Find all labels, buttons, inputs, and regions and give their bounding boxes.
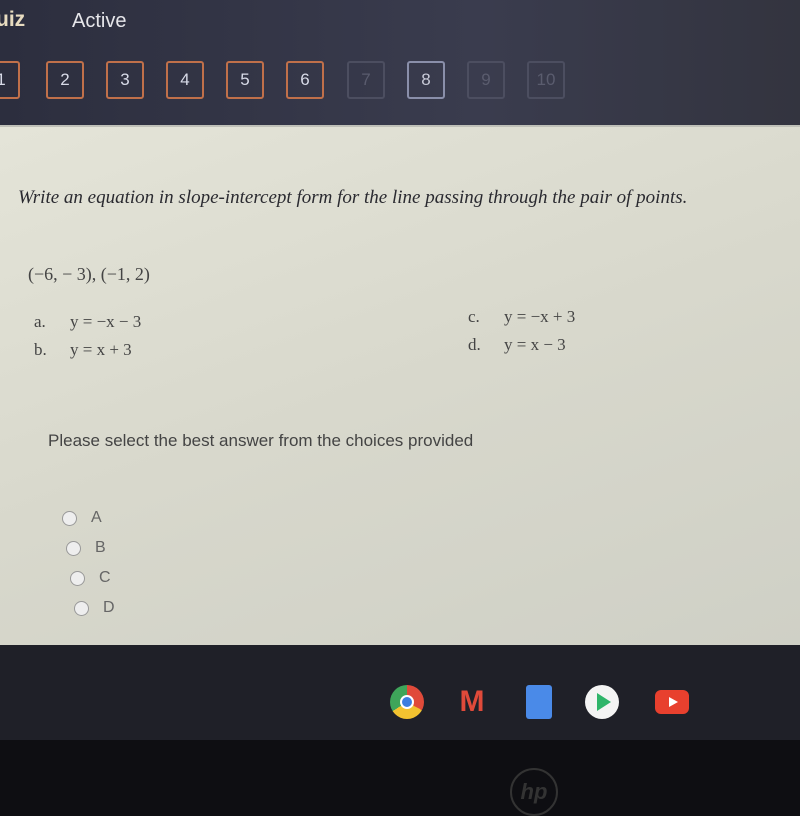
docs-icon[interactable] — [526, 685, 552, 719]
choice-letter: c. — [468, 307, 480, 326]
question-8-button[interactable]: 8 — [407, 61, 445, 99]
radio-button[interactable] — [66, 540, 81, 556]
answer-prompt: Please select the best answer from the c… — [48, 431, 474, 450]
youtube-icon[interactable] — [655, 690, 689, 714]
play-store-icon[interactable] — [585, 685, 619, 719]
quiz-status: Active — [72, 10, 127, 32]
choice-c: c. y = −x + 3 — [468, 307, 575, 327]
choice-letter: b. — [34, 340, 47, 359]
question-7-button[interactable]: 7 — [347, 61, 385, 99]
radio-button[interactable] — [74, 600, 89, 616]
choice-equation: y = x + 3 — [70, 340, 132, 359]
question-3-button[interactable]: 3 — [106, 61, 144, 99]
choice-d: d. y = x − 3 — [468, 335, 566, 355]
choice-equation: y = −x − 3 — [70, 312, 142, 331]
question-10-button[interactable]: 10 — [527, 61, 565, 99]
radio-button[interactable] — [70, 570, 85, 586]
choice-a: a. y = −x − 3 — [34, 312, 141, 332]
option-label: C — [99, 569, 111, 586]
question-5-button[interactable]: 5 — [226, 61, 264, 99]
option-c[interactable]: C — [70, 569, 111, 587]
quiz-header: uiz Active 1 2 3 4 5 6 7 8 9 10 — [0, 0, 800, 128]
chrome-icon[interactable] — [390, 685, 424, 719]
option-label: B — [95, 539, 106, 556]
gmail-icon[interactable]: M — [455, 685, 489, 719]
question-6-button[interactable]: 6 — [286, 61, 324, 99]
hp-logo: hp — [510, 768, 558, 816]
option-label: A — [91, 509, 102, 526]
quiz-title: uiz — [0, 8, 26, 31]
option-d[interactable]: D — [74, 599, 115, 617]
choice-equation: y = x − 3 — [504, 335, 566, 354]
radio-button[interactable] — [62, 510, 77, 526]
question-text: Write an equation in slope-intercept for… — [18, 187, 688, 208]
question-panel: Write an equation in slope-intercept for… — [0, 125, 800, 647]
option-a[interactable]: A — [62, 509, 102, 527]
question-9-button[interactable]: 9 — [467, 61, 505, 99]
choice-letter: a. — [34, 312, 46, 331]
option-label: D — [103, 599, 115, 616]
choice-equation: y = −x + 3 — [504, 307, 576, 326]
question-2-button[interactable]: 2 — [46, 61, 84, 99]
question-1-button[interactable]: 1 — [0, 61, 20, 99]
choice-b: b. y = x + 3 — [34, 340, 132, 360]
question-4-button[interactable]: 4 — [166, 61, 204, 99]
option-b[interactable]: B — [66, 539, 106, 557]
question-points: (−6, − 3), (−1, 2) — [28, 264, 150, 284]
choice-letter: d. — [468, 335, 481, 354]
